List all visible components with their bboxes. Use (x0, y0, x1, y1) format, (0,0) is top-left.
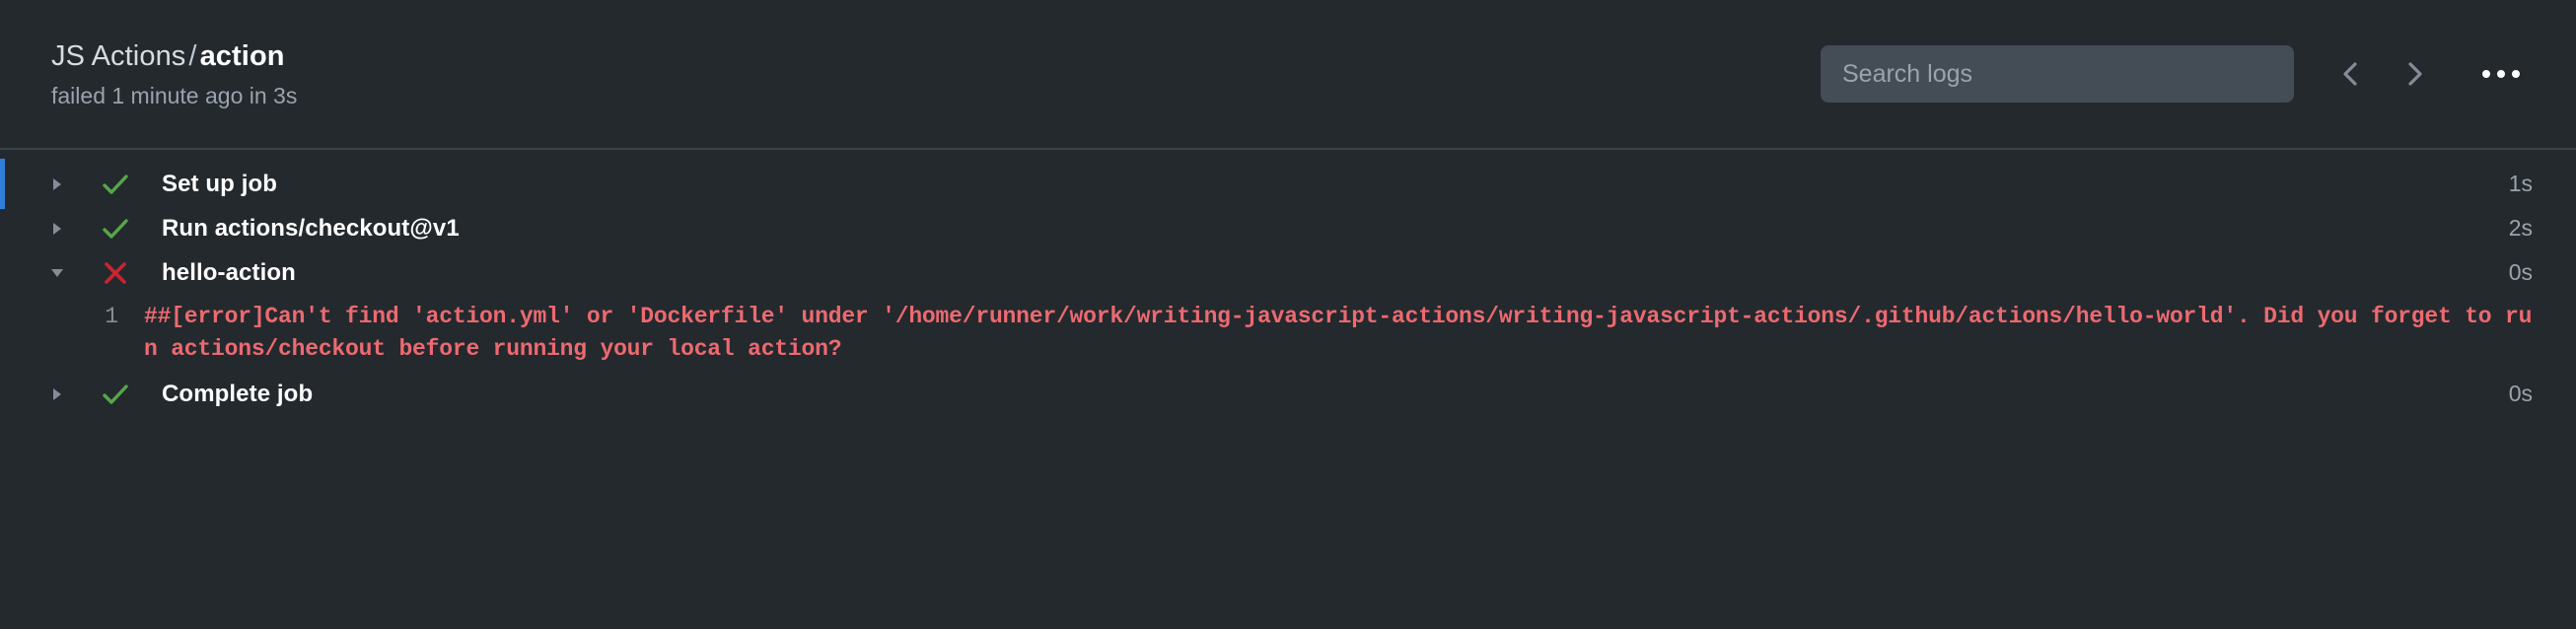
step-row[interactable]: Complete job 0s (0, 372, 2576, 416)
triangle-right-icon[interactable] (43, 386, 71, 402)
active-step-indicator (0, 159, 5, 209)
log-line-text: ##[error]Can't find 'action.yml' or 'Doc… (144, 304, 2533, 362)
job-log-viewer: JS Actions / action failed 1 minute ago in… (0, 0, 2576, 629)
log-line-number: 1 (105, 304, 118, 329)
step-name: hello-action (162, 258, 296, 286)
step-row[interactable]: Run actions/checkout@v1 2s (0, 206, 2576, 250)
kebab-menu-icon-dot-2 (2497, 70, 2505, 78)
previous-match-button[interactable] (2324, 46, 2379, 102)
job-status-line: failed 1 minute ago in 3s (51, 82, 298, 108)
chevron-left-icon (2338, 59, 2364, 89)
step-log-output: 1 ##[error]Can't find 'action.yml' or 'D… (0, 295, 2576, 372)
x-icon (99, 259, 132, 287)
step-duration: 0s (2508, 381, 2533, 406)
triangle-down-icon[interactable] (43, 265, 71, 281)
step-name: Set up job (162, 170, 277, 197)
check-icon (99, 214, 132, 244)
check-icon (99, 380, 132, 409)
kebab-menu-icon-dot-1 (2482, 70, 2490, 78)
breadcrumb-separator: / (188, 39, 197, 72)
breadcrumb-current: action (199, 39, 285, 72)
log-line: 1 ##[error]Can't find 'action.yml' or 'D… (0, 301, 2533, 366)
step-duration: 2s (2508, 215, 2533, 241)
breadcrumb: JS Actions / action (51, 39, 297, 73)
header-controls (1821, 45, 2533, 103)
step-name: Complete job (162, 380, 314, 407)
triangle-right-icon[interactable] (43, 221, 71, 237)
breadcrumb-parent[interactable]: JS Actions (51, 40, 185, 72)
more-options-button[interactable] (2469, 46, 2533, 102)
next-match-button[interactable] (2387, 46, 2442, 102)
search-input[interactable] (1821, 45, 2294, 103)
check-icon (99, 170, 132, 199)
chevron-right-icon (2401, 59, 2427, 89)
kebab-menu-icon-dot-3 (2512, 70, 2520, 78)
header-title-block: JS Actions / action failed 1 minute ago in… (51, 39, 297, 109)
step-name: Run actions/checkout@v1 (162, 214, 460, 242)
triangle-right-icon[interactable] (43, 176, 71, 192)
log-header: JS Actions / action failed 1 minute ago in… (0, 0, 2576, 150)
step-duration: 1s (2508, 171, 2533, 196)
step-list: Set up job 1s Run actions/checkout@v1 2s (0, 150, 2576, 629)
step-row[interactable]: Set up job 1s (0, 159, 2576, 209)
step-duration: 0s (2508, 259, 2533, 285)
step-row[interactable]: hello-action 0s (0, 250, 2576, 295)
